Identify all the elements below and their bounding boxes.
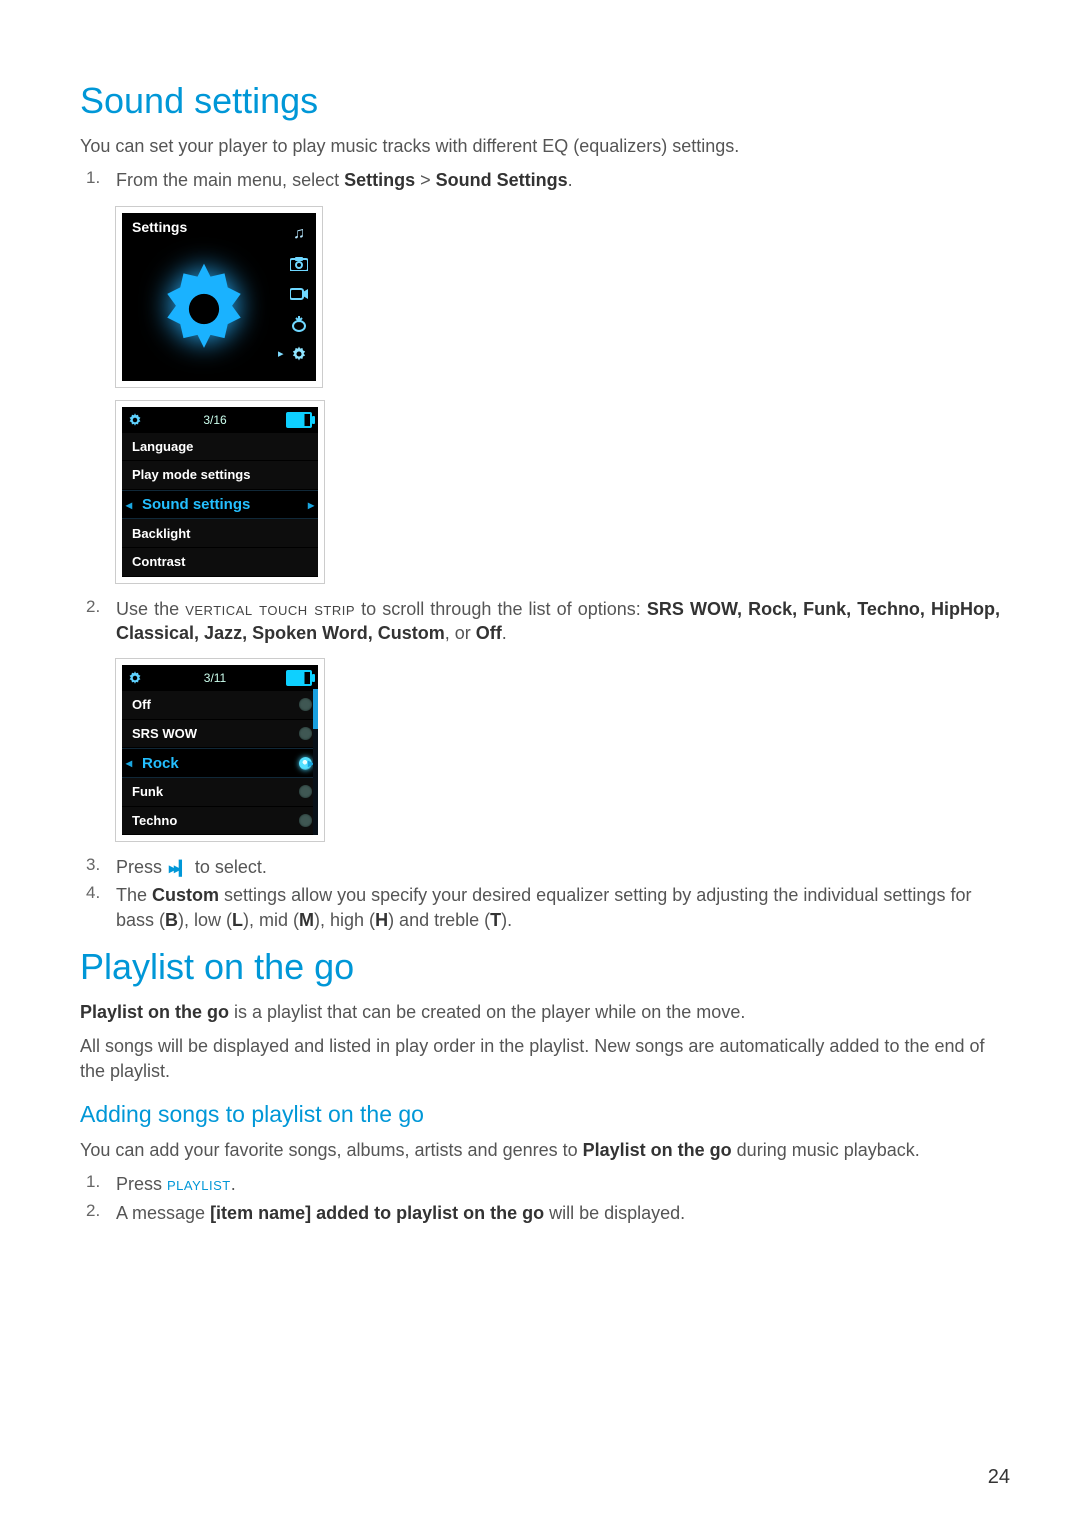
step-1-text: From the main menu, select Settings > So… xyxy=(116,168,1000,192)
device-screen-settings-main: Settings ♫ xyxy=(116,207,322,387)
radio-icon xyxy=(299,814,312,827)
video-icon xyxy=(288,283,310,305)
step-3-text: Press ▸▸▎ to select. xyxy=(116,855,1000,879)
playlist-intro-2: All songs will be displayed and listed i… xyxy=(80,1034,1000,1083)
playlist-intro-1: Playlist on the go is a playlist that ca… xyxy=(80,1000,1000,1024)
page-number: 24 xyxy=(988,1466,1010,1489)
screen-title: Settings xyxy=(132,219,187,235)
eq-item-techno[interactable]: Techno xyxy=(122,807,318,836)
gear-icon-large xyxy=(144,249,264,369)
heading-playlist-on-the-go: Playlist on the go xyxy=(80,946,1000,988)
settings-item-play-mode[interactable]: Play mode settings xyxy=(122,461,318,490)
step-number: 2. xyxy=(80,1201,116,1221)
step-2-text: Use the vertical touch strip to scroll t… xyxy=(116,597,1000,646)
eq-item-off[interactable]: Off xyxy=(122,691,318,720)
settings-item-sound-settings[interactable]: Sound settings xyxy=(122,490,318,520)
radio-icon xyxy=(299,698,312,711)
gear-icon xyxy=(126,669,144,687)
device-screen-eq-list: 3/11 Off SRS WOW Rock Funk Techno xyxy=(116,659,324,841)
gear-icon xyxy=(288,343,310,365)
heading-sound-settings: Sound settings xyxy=(80,80,1000,122)
scrollbar[interactable] xyxy=(313,689,318,835)
settings-item-contrast[interactable]: Contrast xyxy=(122,548,318,577)
list-counter: 3/11 xyxy=(204,671,226,685)
photo-icon xyxy=(288,253,310,275)
eq-item-srs-wow[interactable]: SRS WOW xyxy=(122,720,318,749)
settings-item-language[interactable]: Language xyxy=(122,433,318,462)
battery-icon xyxy=(286,670,312,686)
step-4-text: The Custom settings allow you specify yo… xyxy=(116,883,1000,932)
list-counter: 3/16 xyxy=(203,413,226,427)
step-number: 3. xyxy=(80,855,116,875)
radio-icon-selected xyxy=(299,757,312,770)
radio-icon xyxy=(299,785,312,798)
step-number: 1. xyxy=(80,168,116,188)
playlist-step-1: Press playlist. xyxy=(116,1172,1000,1196)
music-icon: ♫ xyxy=(288,223,310,245)
step-number: 4. xyxy=(80,883,116,903)
sound-settings-intro: You can set your player to play music tr… xyxy=(80,134,1000,158)
fast-forward-icon: ▸▸▎ xyxy=(167,860,190,876)
battery-icon xyxy=(286,412,312,428)
step-number: 1. xyxy=(80,1172,116,1192)
playlist-step-2: A message [item name] added to playlist … xyxy=(116,1201,1000,1225)
eq-item-funk[interactable]: Funk xyxy=(122,778,318,807)
step-number: 2. xyxy=(80,597,116,617)
adding-songs-intro: You can add your favorite songs, albums,… xyxy=(80,1138,1000,1162)
device-screen-settings-list: 3/16 Language Play mode settings Sound s… xyxy=(116,401,324,583)
gear-icon xyxy=(126,411,144,429)
radio-icon xyxy=(299,727,312,740)
eq-item-rock[interactable]: Rock xyxy=(122,748,318,778)
radio-icon xyxy=(288,313,310,335)
subheading-adding-songs: Adding songs to playlist on the go xyxy=(80,1101,1000,1128)
settings-item-backlight[interactable]: Backlight xyxy=(122,519,318,548)
